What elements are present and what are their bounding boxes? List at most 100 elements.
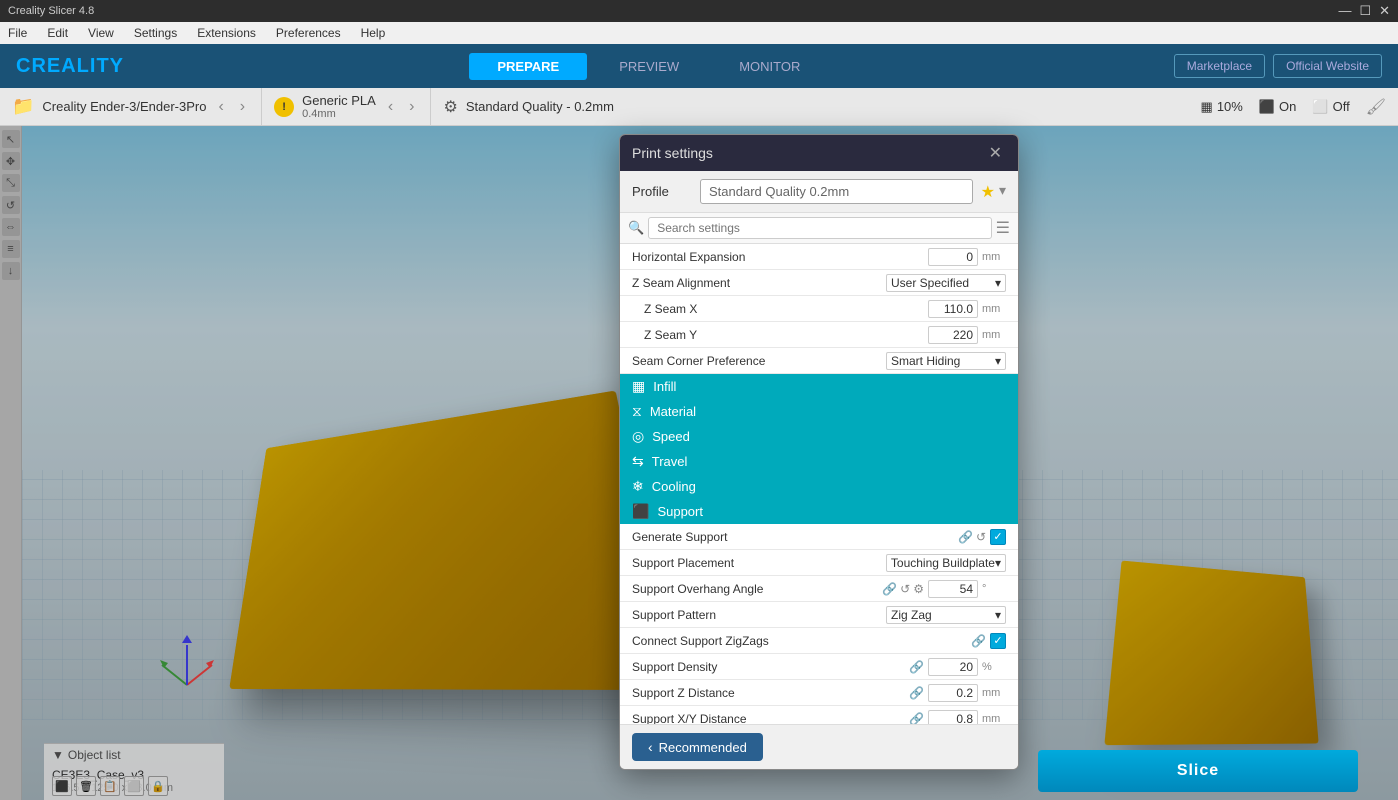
support-placement-value: Touching Buildplate [891,556,995,570]
density-link-icon[interactable]: 🔗 [909,660,924,674]
search-row: 🔍 ☰ [620,213,1018,244]
filament-next-arrow[interactable]: › [405,98,418,116]
setting-support-pattern: Support Pattern Zig Zag ▾ [620,602,1018,628]
setting-value-overhang[interactable]: 54 [928,580,978,598]
section-cooling[interactable]: ❄ Cooling [620,474,1018,499]
setting-unit-z-seam-x: mm [982,303,1006,315]
app-title: Creality Slicer 4.8 [8,5,94,17]
printer-prev-arrow[interactable]: ‹ [214,98,227,116]
travel-section-label: Travel [652,454,688,469]
profile-chevron-icon[interactable]: ▾ [999,182,1006,202]
z-dist-link-icon[interactable]: 🔗 [909,686,924,700]
adhesion-item: ⬜ Off [1312,99,1349,115]
official-website-button[interactable]: Official Website [1273,54,1382,78]
reset-icon[interactable]: ↺ [976,530,986,544]
window-controls: — ☐ ✕ [1338,3,1390,19]
printer-next-arrow[interactable]: › [236,98,249,116]
section-infill[interactable]: ▦ Infill [620,374,1018,399]
recommended-button[interactable]: ‹ Recommended [632,733,763,761]
menu-view[interactable]: View [84,25,118,41]
section-speed[interactable]: ◎ Speed [620,424,1018,449]
setting-z-seam-y: Z Seam Y 220 mm [620,322,1018,348]
settings-content[interactable]: Horizontal Expansion 0 mm Z Seam Alignme… [620,244,1018,724]
gen-support-icons: 🔗 ↺ [958,530,986,544]
dialog-overlay: Print settings ✕ Profile Standard Qualit… [0,126,1398,800]
profile-row: Profile Standard Quality 0.2mm ★ ▾ [620,171,1018,213]
setting-value-z-seam-y[interactable]: 220 [928,326,978,344]
close-button[interactable]: ✕ [1379,3,1390,19]
setting-unit-horizontal-expansion: mm [982,251,1006,263]
setting-value-z-seam-x[interactable]: 110.0 [928,300,978,318]
setting-unit-support-xy-dist: mm [982,713,1006,725]
setting-name-horizontal-expansion: Horizontal Expansion [632,250,928,264]
slice-button[interactable]: Slice [1038,750,1358,792]
dialog-header: Print settings ✕ [620,135,1018,171]
recommended-label: Recommended [659,740,747,755]
setting-value-horizontal-expansion[interactable]: 0 [928,248,978,266]
setting-unit-support-z-dist: mm [982,687,1006,699]
filament-prev-arrow[interactable]: ‹ [384,98,397,116]
setting-unit-overhang: ° [982,583,1006,595]
tab-prepare[interactable]: PREPARE [469,53,587,80]
menu-help[interactable]: Help [357,25,390,41]
menu-bar: File Edit View Settings Extensions Prefe… [0,22,1398,44]
menu-edit[interactable]: Edit [43,25,72,41]
setting-unit-z-seam-y: mm [982,329,1006,341]
quality-name: Standard Quality - 0.2mm [466,99,614,114]
toolbar-right: ▦ 10% ⬛ On ⬜ Off 🖌 [1189,97,1398,117]
z-seam-select[interactable]: User Specified ▾ [886,274,1006,292]
nav-tabs: PREPARE PREVIEW MONITOR [469,53,828,80]
maximize-button[interactable]: ☐ [1359,3,1371,19]
search-input[interactable] [648,217,991,239]
link-icon[interactable]: 🔗 [958,530,973,544]
support-icon: ⬛ [1259,99,1275,115]
support-value: On [1279,99,1296,114]
zigzag-link-icon[interactable]: 🔗 [971,634,986,648]
dialog-close-button[interactable]: ✕ [985,143,1006,163]
minimize-button[interactable]: — [1338,3,1351,19]
filament-name: Generic PLA [302,93,376,108]
infill-item: ▦ 10% [1201,99,1243,115]
section-material[interactable]: ⧖ Material [620,399,1018,424]
setting-z-seam-x: Z Seam X 110.0 mm [620,296,1018,322]
infill-section-label: Infill [653,379,676,394]
tab-monitor[interactable]: MONITOR [711,53,828,80]
seam-corner-select[interactable]: Smart Hiding ▾ [886,352,1006,370]
paint-icon[interactable]: 🖌 [1366,97,1386,117]
setting-value-support-xy-dist[interactable]: 0.8 [928,710,978,725]
setting-name-support-pattern: Support Pattern [632,608,886,622]
menu-extensions[interactable]: Extensions [193,25,260,41]
setting-name-z-seam-y: Z Seam Y [644,328,928,342]
setting-generate-support: Generate Support 🔗 ↺ ✓ [620,524,1018,550]
top-nav: CREALITY PREPARE PREVIEW MONITOR Marketp… [0,44,1398,88]
print-settings-dialog: Print settings ✕ Profile Standard Qualit… [619,134,1019,770]
top-right-actions: Marketplace Official Website [1174,54,1382,78]
tab-preview[interactable]: PREVIEW [591,53,707,80]
section-support[interactable]: ⬛ Support [620,499,1018,524]
setting-value-support-z-dist[interactable]: 0.2 [928,684,978,702]
printer-section: 📁 Creality Ender-3/Ender-3Pro ‹ › [0,88,262,125]
overhang-reset-icon[interactable]: ↺ [900,582,910,596]
setting-value-density[interactable]: 20 [928,658,978,676]
favorite-star-icon[interactable]: ★ [981,182,995,202]
overhang-gear-icon[interactable]: ⚙ [913,582,924,596]
support-placement-select[interactable]: Touching Buildplate ▾ [886,554,1006,572]
dialog-title: Print settings [632,145,713,161]
profile-select[interactable]: Standard Quality 0.2mm [700,179,973,204]
setting-name-seam-corner: Seam Corner Preference [632,354,886,368]
profile-label: Profile [632,184,692,199]
menu-settings[interactable]: Settings [130,25,181,41]
support-pattern-select[interactable]: Zig Zag ▾ [886,606,1006,624]
setting-z-seam-alignment: Z Seam Alignment User Specified ▾ [620,270,1018,296]
marketplace-button[interactable]: Marketplace [1174,54,1265,78]
xy-dist-link-icon[interactable]: 🔗 [909,712,924,725]
filament-size: 0.4mm [302,108,376,120]
connect-zigzags-checkbox[interactable]: ✓ [990,633,1006,649]
menu-preferences[interactable]: Preferences [272,25,345,41]
settings-menu-icon[interactable]: ☰ [996,218,1010,238]
section-travel[interactable]: ⇆ Travel [620,449,1018,474]
gen-support-checkbox[interactable]: ✓ [990,529,1006,545]
overhang-link-icon[interactable]: 🔗 [882,582,897,596]
menu-file[interactable]: File [4,25,31,41]
setting-name-support-xy-dist: Support X/Y Distance [632,712,909,725]
